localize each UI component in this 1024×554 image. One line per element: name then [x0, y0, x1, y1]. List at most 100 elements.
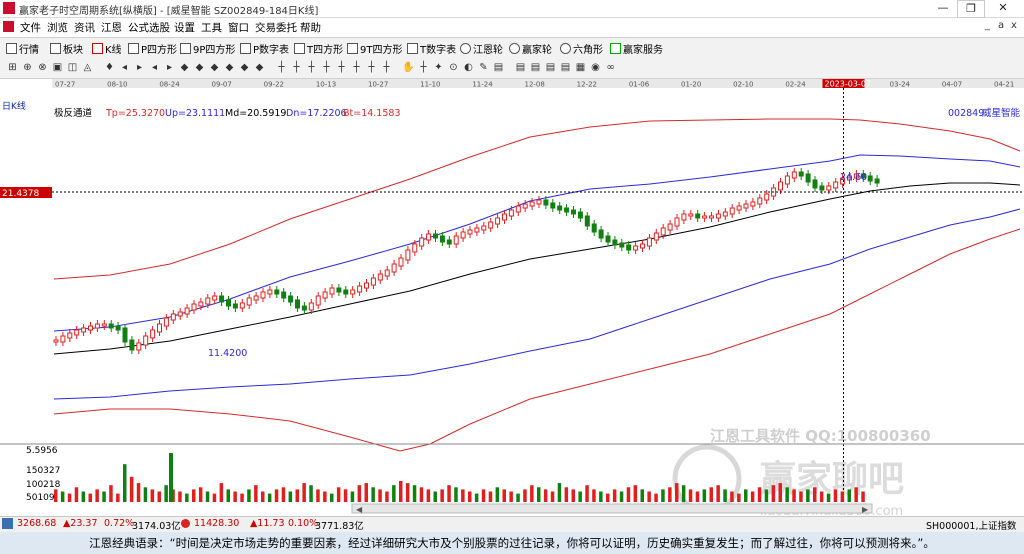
toolbar-tool-icon[interactable]: ◆	[208, 61, 221, 74]
toolbar-tool-icon[interactable]: ∞	[604, 61, 617, 74]
toolbar-tool-icon[interactable]: ◂	[148, 61, 161, 74]
candle-body	[170, 313, 176, 321]
volume-bar	[157, 491, 161, 502]
scroll-left-icon[interactable]: ◀	[356, 505, 363, 514]
volume-bar	[336, 487, 341, 502]
volume-bar	[281, 487, 286, 502]
toolbar-tool-icon[interactable]: ┼	[320, 61, 333, 74]
toolbar-tool-icon[interactable]: ◆	[193, 61, 206, 74]
tb-quote[interactable]: 行情	[6, 41, 39, 56]
volume-bar	[226, 489, 230, 502]
toolbar-tool-icon[interactable]: ┼	[350, 61, 363, 74]
tb-hexagon[interactable]: 六角形	[560, 41, 603, 56]
tb-t-square[interactable]: T四方形	[294, 41, 343, 56]
tb-9p-square[interactable]: 9P四方形	[180, 41, 235, 56]
restore-button[interactable]: ❐	[957, 0, 985, 18]
toolbar-tool-icon[interactable]: ◫	[66, 61, 79, 74]
date-tick: 11-10	[420, 81, 440, 89]
menu-news[interactable]: 资讯	[74, 20, 95, 35]
menu-trade[interactable]: 交易委托	[255, 20, 297, 35]
toolbar-tool-icon[interactable]: ◂	[118, 61, 131, 74]
toolbar-tool-icon[interactable]: ▣	[51, 61, 64, 74]
toolbar-tool-icon[interactable]: ◐	[462, 61, 475, 74]
menu-formula[interactable]: 公式选股	[128, 20, 170, 35]
tb-p-numtable[interactable]: P数字表	[240, 41, 289, 56]
volume-bar	[240, 493, 244, 502]
menu-tools[interactable]: 工具	[201, 20, 222, 35]
toolbar-tool-icon[interactable]: ▦	[574, 61, 587, 74]
toolbar-tool-icon[interactable]: ┼	[365, 61, 378, 74]
toolbar-tool-icon[interactable]: ┼	[290, 61, 303, 74]
9p-square-icon	[180, 43, 191, 54]
t-square-icon	[294, 43, 305, 54]
kline-chart[interactable]: 07-27 08-10 08-24 09-07 09-22 10-13 10-27 11-10…	[0, 79, 1024, 519]
toolbar-tool-icon[interactable]: ✦	[432, 61, 445, 74]
toolbar-tool-icon[interactable]: ▤	[492, 61, 505, 74]
toolbar-tool-icon[interactable]: ┼	[305, 61, 318, 74]
toolbar-tool-icon[interactable]: ▤	[529, 61, 542, 74]
tb-gann-wheel[interactable]: 江恩轮	[460, 41, 503, 56]
mdi-close[interactable]: x	[1011, 20, 1017, 31]
toolbar-tool-icon[interactable]: ▤	[514, 61, 527, 74]
toolbar-tool-icon[interactable]: ⊕	[21, 61, 34, 74]
candle-body	[867, 175, 873, 182]
volume-bar	[612, 489, 617, 502]
volume-bar	[695, 491, 700, 502]
tb-kline[interactable]: K线	[92, 41, 122, 56]
tb-sector[interactable]: 板块	[50, 41, 83, 56]
menu-browse[interactable]: 浏览	[47, 20, 68, 35]
candle-body	[281, 291, 287, 299]
crosshair-price: 21.4378	[2, 189, 39, 199]
toolbar-tool-icon[interactable]: ⊞	[6, 61, 19, 74]
minimize-button[interactable]: —	[928, 0, 958, 16]
toolbar-tool-icon[interactable]: ✋	[402, 61, 415, 74]
volume-bar	[778, 483, 782, 502]
toolbar-tool-icon[interactable]: ⊗	[36, 61, 49, 74]
toolbar-tool-icon[interactable]: ◆	[178, 61, 191, 74]
date-tick: 09-07	[212, 81, 232, 89]
tb-winner-wheel[interactable]: 赢家轮	[509, 41, 552, 56]
tb-9t-square[interactable]: 9T四方形	[347, 41, 402, 56]
scroll-right-icon[interactable]: ▶	[862, 505, 869, 514]
tb-p-square[interactable]: P四方形	[128, 41, 177, 56]
toolbar-tool-icon[interactable]: ┼	[335, 61, 348, 74]
toolbar-tool-icon[interactable]: ┼	[275, 61, 288, 74]
candle-body	[833, 181, 839, 189]
volume-bar	[523, 489, 527, 502]
tb-service[interactable]: 赢家服务	[610, 41, 663, 56]
mdi-restore[interactable]: a	[998, 20, 1004, 31]
menu-file[interactable]: 文件	[20, 20, 41, 35]
close-button[interactable]: ✕	[988, 0, 1018, 16]
toolbar-tool-icon[interactable]: ┼	[380, 61, 393, 74]
menu-window[interactable]: 窗口	[228, 20, 249, 35]
candle-body	[619, 242, 625, 248]
toolbar-tool-icon[interactable]: ◆	[253, 61, 266, 74]
toolbar-tool-icon[interactable]: ▸	[163, 61, 176, 74]
candle-body	[743, 203, 749, 209]
toolbar-tool-icon[interactable]: ┼	[417, 61, 430, 74]
toolbar-tool-icon[interactable]: ♦	[103, 61, 116, 74]
mdi-minimize[interactable]: _	[985, 20, 990, 31]
menu-help[interactable]: 帮助	[300, 20, 321, 35]
chart-scrollbar[interactable]	[351, 503, 873, 514]
toolbar-tool-icon[interactable]: ◉	[589, 61, 602, 74]
toolbar-tool-icon[interactable]: ▤	[559, 61, 572, 74]
candle-body	[805, 173, 811, 183]
volume-bar	[143, 487, 148, 502]
toolbar-tool-icon[interactable]: ⊙	[447, 61, 460, 74]
toolbar-tool-icon[interactable]: ▤	[544, 61, 557, 74]
volume-bar	[681, 485, 686, 502]
candle-body	[488, 221, 494, 229]
toolbar-tool-icon[interactable]: ◆	[238, 61, 251, 74]
candle-body	[426, 233, 432, 241]
menu-gann[interactable]: 江恩	[101, 20, 122, 35]
volume-bar	[164, 485, 168, 502]
date-tick: 02-24	[785, 81, 806, 89]
menu-settings[interactable]: 设置	[174, 20, 195, 35]
toolbar-tool-icon[interactable]: ▸	[133, 61, 146, 74]
toolbar-tool-icon[interactable]: ◬	[81, 61, 94, 74]
toolbar-tool-icon[interactable]: ◆	[223, 61, 236, 74]
tb-t-numtable[interactable]: T数字表	[407, 41, 456, 56]
toolbar-tool-icon[interactable]: ✎	[477, 61, 490, 74]
bt-value: Bt=14.1583	[343, 108, 401, 119]
